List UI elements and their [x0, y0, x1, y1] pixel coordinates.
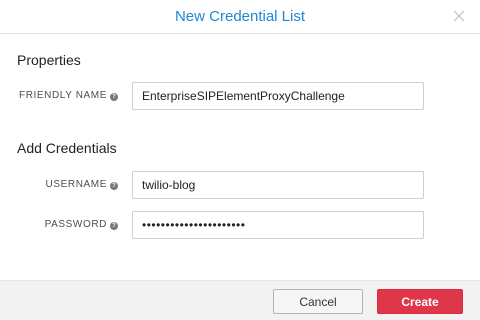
question-circle-icon[interactable]: ? [110, 93, 118, 101]
friendly-name-label-group: FRIENDLY NAME? [19, 90, 118, 101]
friendly-name-input[interactable] [132, 82, 424, 110]
new-credential-list-dialog: New Credential List Properties FRIENDLY … [0, 0, 480, 320]
username-input[interactable] [132, 171, 424, 199]
password-label: PASSWORD [44, 219, 107, 230]
dialog-title: New Credential List [174, 8, 306, 25]
dialog-header: New Credential List [0, 0, 480, 34]
password-label-group: PASSWORD? [45, 219, 118, 230]
dialog-footer: Cancel Create [0, 280, 480, 320]
cancel-button[interactable]: Cancel [273, 289, 363, 314]
username-label-group: USERNAME? [46, 179, 118, 190]
username-label: USERNAME [45, 179, 107, 190]
add-credentials-heading: Add Credentials [17, 140, 117, 156]
question-circle-icon[interactable]: ? [110, 222, 118, 230]
password-input[interactable] [132, 211, 424, 239]
create-button[interactable]: Create [377, 289, 463, 314]
close-icon[interactable] [452, 9, 466, 23]
question-circle-icon[interactable]: ? [110, 182, 118, 190]
properties-heading: Properties [17, 52, 81, 68]
friendly-name-label: FRIENDLY NAME [18, 90, 107, 101]
